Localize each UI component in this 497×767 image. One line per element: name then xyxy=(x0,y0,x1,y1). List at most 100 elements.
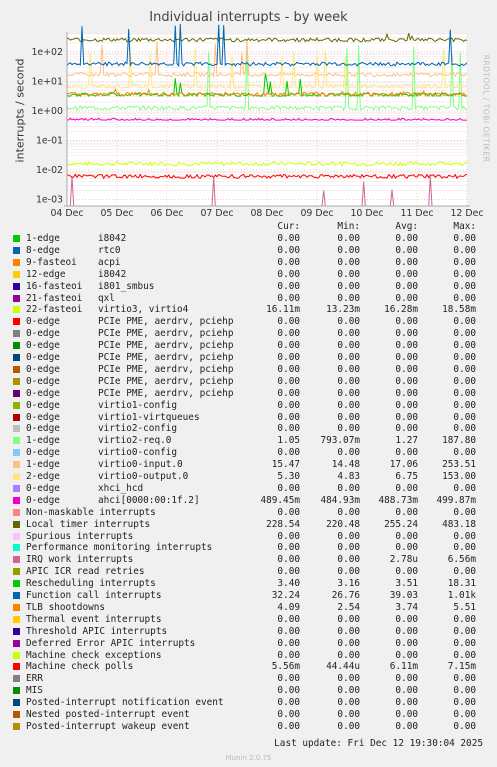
y-tick-label: 1e-02 xyxy=(36,165,63,176)
legend-swatch xyxy=(13,473,20,480)
legend-swatch xyxy=(13,342,20,350)
legend-row: Non-maskable interrupts 0.00 0.00 0.00 0.00 xyxy=(0,507,497,519)
series-name: Performance monitoring interrupts xyxy=(26,542,213,554)
legend-swatch xyxy=(13,699,20,707)
legend-row: Posted-interrupt notification event 0.00 0… xyxy=(0,697,497,709)
value-max: 0.00 xyxy=(453,709,476,720)
value-max: 1.01k xyxy=(447,590,476,601)
y-tick-label: 1e-03 xyxy=(36,194,63,205)
legend-swatch xyxy=(13,722,20,730)
legend-swatch xyxy=(13,270,20,278)
value-max: 0.00 xyxy=(453,720,476,732)
series-desc: rtc0 xyxy=(98,244,121,256)
legend-swatch xyxy=(13,401,20,409)
legend-swatch xyxy=(13,568,20,576)
series-name: 0-edge xyxy=(26,316,60,328)
legend-row: 2-edge virtio0-output.0 5.30 4.83 6.75 153.00 xyxy=(0,471,497,483)
x-tick-label: 05 Dec xyxy=(100,208,133,219)
legend-swatch xyxy=(13,687,20,695)
series-desc: xhci_hcd xyxy=(98,482,144,494)
legend-swatch xyxy=(13,520,20,528)
legend-swatch xyxy=(13,282,20,290)
legend-swatch xyxy=(13,627,20,635)
value-max: 0.00 xyxy=(453,506,476,518)
legend-row: 1-edge virtio0-input.0 15.47 14.48 17.06 253.… xyxy=(0,459,497,471)
series-desc: virtio0-config xyxy=(98,447,178,459)
value-max: 0.00 xyxy=(453,363,476,375)
series-desc: virtio0-input.0 xyxy=(98,459,183,471)
series-name: 0-edge xyxy=(26,363,60,375)
value-max: 18.58m xyxy=(442,304,476,316)
series-desc: PCIe PME, aerdrv, pciehp xyxy=(98,363,234,375)
legend-swatch xyxy=(13,556,20,564)
series-name: 1-edge xyxy=(26,233,60,244)
legend-header: Cur: Min: Avg: Max: xyxy=(0,221,497,233)
value-max: 253.51 xyxy=(442,459,476,471)
value-max: 0.00 xyxy=(453,697,476,709)
legend-row: APIC ICR read retries 0.00 0.00 0.00 0.00 xyxy=(0,566,497,578)
legend-swatch xyxy=(13,675,20,683)
legend-swatch xyxy=(13,246,20,254)
legend-swatch xyxy=(13,318,20,326)
legend-row: 0-edge xhci_hcd 0.00 0.00 0.00 0.00 xyxy=(0,483,497,495)
series-name: Deferred Error APIC interrupts xyxy=(26,637,196,649)
legend-swatch xyxy=(13,413,20,421)
series-name: Machine check polls xyxy=(26,661,134,673)
legend-swatch xyxy=(13,437,20,445)
legend-row: 0-edge PCIe PME, aerdrv, pciehp 0.00 0.00 0.… xyxy=(0,388,497,400)
series-name: Function call interrupts xyxy=(26,590,162,601)
legend-row: ERR 0.00 0.00 0.00 0.00 xyxy=(0,673,497,685)
series-desc: PCIe PME, aerdrv, pciehp xyxy=(98,340,234,352)
value-max: 0.00 xyxy=(453,256,476,268)
series-name: 0-edge xyxy=(26,399,60,411)
series-name: 1-edge xyxy=(26,435,60,447)
legend-row: Local timer interrupts 228.54 220.48 255.24… xyxy=(0,519,497,531)
series-name: 2-edge xyxy=(26,471,60,482)
series-desc: PCIe PME, aerdrv, pciehp xyxy=(98,387,234,399)
series-name: 0-edge xyxy=(26,328,60,340)
value-max: 0.00 xyxy=(453,340,476,352)
munin-version: Munin 2.0.75 xyxy=(225,754,272,762)
legend-swatch xyxy=(13,663,20,671)
y-tick-label: 1e+02 xyxy=(31,47,63,58)
value-max: 0.00 xyxy=(453,233,476,244)
x-tick-label: 11 Dec xyxy=(400,208,433,219)
value-max: 499.87m xyxy=(436,494,476,506)
legend-row: 0-edge virtio1-config 0.00 0.00 0.00 0.00 xyxy=(0,400,497,412)
legend-swatch xyxy=(13,377,20,385)
series-name: IRQ work interrupts xyxy=(26,554,134,566)
series-name: 0-edge xyxy=(26,387,60,399)
series-desc: virtio2-req.0 xyxy=(98,435,172,447)
legend-swatch xyxy=(13,294,20,302)
value-max: 0.00 xyxy=(453,292,476,304)
legend-row: Machine check exceptions 0.00 0.00 0.00 0.00 xyxy=(0,650,497,662)
legend-swatch xyxy=(13,449,20,457)
legend-swatch xyxy=(13,425,20,433)
value-max: 0.00 xyxy=(453,316,476,328)
legend-row: MIS 0.00 0.00 0.00 0.00 xyxy=(0,685,497,697)
y-tick-label: 1e-01 xyxy=(36,135,63,146)
legend-row: 0-edge PCIe PME, aerdrv, pciehp 0.00 0.00 0.… xyxy=(0,364,497,376)
value-max: 0.00 xyxy=(453,530,476,542)
legend-swatch xyxy=(13,389,20,397)
x-tick-label: 04 Dec xyxy=(50,208,83,219)
legend-row: 1-edge i8042 0.00 0.00 0.00 0.00 xyxy=(0,233,497,245)
value-max: 7.15m xyxy=(447,661,476,673)
legend-row: Spurious interrupts 0.00 0.00 0.00 0.00 xyxy=(0,531,497,543)
series-name: APIC ICR read retries xyxy=(26,566,145,578)
series-name: Thermal event interrupts xyxy=(26,613,162,625)
value-max: 0.00 xyxy=(453,673,476,685)
series-desc: virtio1-virtqueues xyxy=(98,411,200,423)
series-name: 0-edge xyxy=(26,482,60,494)
series-name: 0-edge xyxy=(26,423,60,435)
series-name: 21-fasteoi xyxy=(26,292,83,304)
value-max: 0.00 xyxy=(453,542,476,554)
series-name: Posted-interrupt wakeup event xyxy=(26,720,190,732)
legend-row: 0-edge virtio1-virtqueues 0.00 0.00 0.00 0.00 xyxy=(0,412,497,424)
series-desc: virtio3, virtio4 xyxy=(98,304,189,316)
legend-swatch xyxy=(13,532,20,540)
y-tick-label: 1e+01 xyxy=(31,76,63,87)
legend-swatch xyxy=(13,354,20,361)
series-name: Nested posted-interrupt event xyxy=(26,709,190,720)
series-name: Posted-interrupt notification event xyxy=(26,697,224,709)
